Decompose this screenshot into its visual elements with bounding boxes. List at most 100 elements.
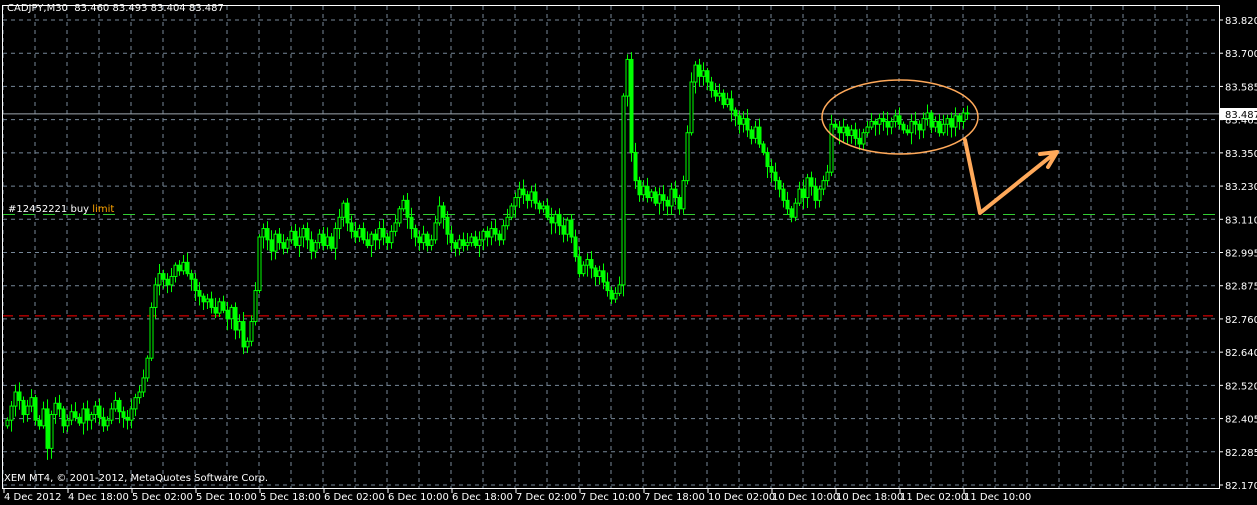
candle [337, 208, 342, 239]
candle [321, 226, 326, 251]
candle-body [129, 408, 134, 421]
candle-body [693, 64, 698, 83]
candle-body [421, 233, 426, 244]
candle-body [733, 109, 738, 117]
open-value: 83.460 [74, 3, 110, 14]
candle-body [369, 233, 374, 246]
candle [353, 221, 358, 244]
price-tick-label: 83.230 [1225, 182, 1257, 193]
candle [145, 355, 150, 382]
candle [129, 399, 134, 429]
candle-body [513, 197, 518, 207]
candle-body [177, 264, 182, 272]
candle-body [293, 230, 298, 246]
candle-body [793, 202, 798, 218]
candle-body [157, 273, 162, 286]
candle-body [209, 298, 214, 308]
candle-body [521, 188, 526, 196]
candle-body [805, 177, 810, 199]
candle-body [905, 129, 910, 134]
candle-body [153, 284, 158, 308]
candle-body [361, 228, 366, 241]
candle [257, 234, 262, 294]
candle-body [133, 397, 138, 410]
candle [373, 229, 378, 251]
candle-body [417, 236, 422, 244]
candle [369, 231, 374, 257]
price-tick-label: 82.520 [1225, 381, 1257, 392]
candle-body [169, 275, 174, 286]
order-label[interactable]: #12452221 buy limit [8, 204, 114, 215]
candle-body [373, 233, 378, 241]
candle [909, 114, 914, 145]
candle [553, 210, 558, 234]
candle-body [949, 118, 954, 128]
candle [17, 382, 22, 410]
candle-body [205, 298, 210, 303]
price-tick-label: 83.350 [1225, 149, 1257, 160]
candle [925, 104, 930, 126]
order-kind: limit [92, 204, 115, 215]
candle-body [877, 118, 882, 125]
candle [417, 230, 422, 251]
candle [833, 120, 838, 130]
candle [509, 203, 514, 221]
candle [453, 239, 458, 257]
candle [781, 182, 786, 208]
candle [93, 401, 98, 423]
candle [873, 118, 878, 136]
candle [249, 315, 254, 347]
candle-body [605, 281, 610, 292]
candle-body [697, 64, 702, 77]
candle-body [217, 301, 222, 314]
candle [405, 193, 410, 229]
candle [513, 192, 518, 218]
candle [753, 120, 758, 144]
price-tick-label: 82.875 [1225, 282, 1257, 293]
candle-body [629, 58, 634, 153]
candle [797, 181, 802, 206]
candle-body [577, 256, 582, 275]
candle [289, 226, 294, 244]
candle [813, 177, 818, 209]
candle [37, 415, 42, 430]
candle [757, 118, 762, 148]
candle-body [213, 306, 218, 314]
candle-body [65, 419, 70, 427]
candle-body [889, 120, 894, 128]
candle-body [841, 126, 846, 134]
candle-body [325, 236, 330, 246]
time-tick-label: 6 Dec 10:00 [388, 492, 449, 503]
candle-body [337, 216, 342, 230]
candle [69, 404, 74, 426]
candle [637, 176, 642, 202]
candle [849, 124, 854, 144]
candle-body [221, 301, 226, 311]
candle-body [549, 216, 554, 224]
candle [241, 311, 246, 355]
grid [2, 6, 1219, 488]
candle-body [17, 391, 22, 401]
candle [565, 217, 570, 242]
candle-body [297, 236, 302, 246]
candle-body [189, 273, 194, 280]
candle [473, 230, 478, 249]
candle-body [821, 180, 826, 190]
candle [101, 407, 106, 432]
candle-body [853, 129, 858, 139]
price-tick-label: 83.585 [1225, 82, 1257, 93]
candle-body [253, 290, 258, 323]
time-tick-label: 7 Dec 10:00 [580, 492, 641, 503]
candle [769, 159, 774, 183]
candle [857, 128, 862, 151]
candle-body [677, 197, 682, 210]
candle-body [69, 411, 74, 421]
candle [361, 222, 366, 244]
candle-body [957, 115, 962, 122]
price-chart[interactable]: 83.82083.70083.58583.46583.35083.23083.1… [0, 0, 1257, 505]
candle-body [777, 180, 782, 190]
candle [641, 180, 646, 201]
candle-body [753, 126, 758, 139]
candle-body [405, 199, 410, 218]
candle [605, 272, 610, 297]
